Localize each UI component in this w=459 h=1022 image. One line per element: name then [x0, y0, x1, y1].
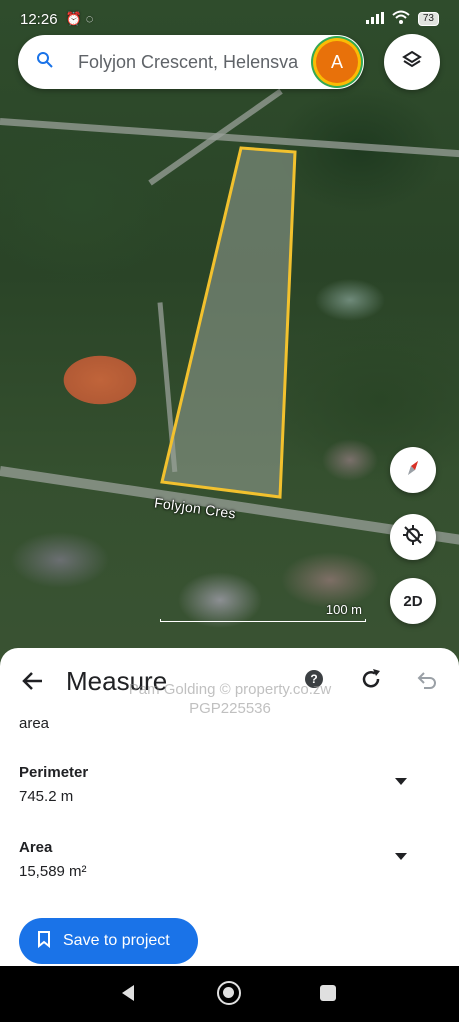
- measured-plot: [160, 146, 297, 499]
- perimeter-value: 745.2 m: [19, 788, 74, 805]
- area-value: 15,589 m²: [19, 863, 87, 880]
- status-bar: 12:26 ⏰ ◌ 73: [0, 0, 459, 38]
- undo-icon[interactable]: [414, 668, 438, 692]
- measure-sheet: Measure ? Pam Golding © property.co.zw P…: [0, 648, 459, 966]
- status-time: 12:26: [20, 10, 58, 28]
- view-mode-button[interactable]: 2D: [390, 578, 436, 624]
- map-scale: 100 m: [160, 602, 366, 624]
- account-avatar[interactable]: A: [316, 41, 358, 83]
- chevron-down-icon[interactable]: [395, 778, 407, 785]
- save-to-project-label: Save to project: [63, 932, 170, 949]
- watermark: Pam Golding © property.co.zw PGP225536: [100, 680, 360, 718]
- search-bar[interactable]: Folyjon Crescent, Helensva A: [18, 35, 364, 89]
- area-label: Area: [19, 839, 53, 856]
- watermark-line-2: PGP225536: [189, 700, 271, 717]
- area-row[interactable]: Area 15,589 m²: [19, 839, 439, 880]
- search-icon: [36, 51, 62, 74]
- alarm-icon: ⏰: [65, 11, 82, 26]
- compass-button[interactable]: [390, 447, 436, 493]
- scale-line: [160, 619, 366, 622]
- satellite-map[interactable]: Folyjon Cres: [0, 0, 459, 680]
- location-button[interactable]: [390, 514, 436, 560]
- bookmark-icon: [37, 930, 51, 953]
- scale-label: 100 m: [325, 602, 362, 617]
- battery-indicator: 73: [417, 12, 439, 26]
- compass-icon: [401, 456, 425, 484]
- signal-icon: [365, 11, 384, 28]
- perimeter-row[interactable]: Perimeter 745.2 m: [19, 764, 439, 805]
- system-nav-bar: [0, 966, 459, 1022]
- chevron-down-icon[interactable]: [395, 853, 407, 860]
- wifi-icon: [392, 10, 410, 28]
- back-arrow-icon[interactable]: [20, 668, 46, 694]
- save-to-project-button[interactable]: Save to project: [19, 918, 198, 964]
- plot-outline: [160, 146, 297, 499]
- reset-icon[interactable]: [358, 666, 384, 692]
- section-label: area: [19, 715, 50, 732]
- watermark-line-1: Pam Golding © property.co.zw: [128, 681, 332, 698]
- layers-button[interactable]: [384, 34, 440, 90]
- nav-recents-icon[interactable]: [320, 985, 336, 1001]
- layers-icon: [401, 49, 423, 76]
- whatsapp-icon: ◌: [85, 11, 94, 26]
- nav-home-icon[interactable]: [217, 981, 241, 1005]
- perimeter-label: Perimeter: [19, 764, 89, 781]
- nav-back-icon[interactable]: [120, 984, 136, 1007]
- search-text[interactable]: Folyjon Crescent, Helensva: [78, 52, 310, 73]
- location-off-icon: [401, 523, 425, 551]
